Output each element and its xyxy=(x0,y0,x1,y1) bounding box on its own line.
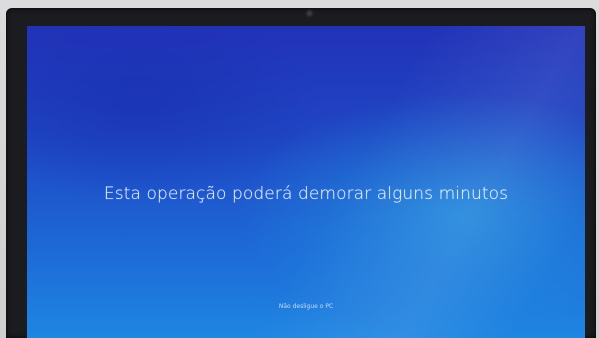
progress-message: Esta operação poderá demorar alguns minu… xyxy=(103,184,509,204)
do-not-turn-off-hint: Não desligue o PC xyxy=(278,303,334,310)
photo-of-laptop: Esta operação poderá demorar alguns minu… xyxy=(0,0,599,338)
webcam-icon xyxy=(306,10,313,17)
windows-update-screen: Esta operação poderá demorar alguns minu… xyxy=(27,26,585,338)
